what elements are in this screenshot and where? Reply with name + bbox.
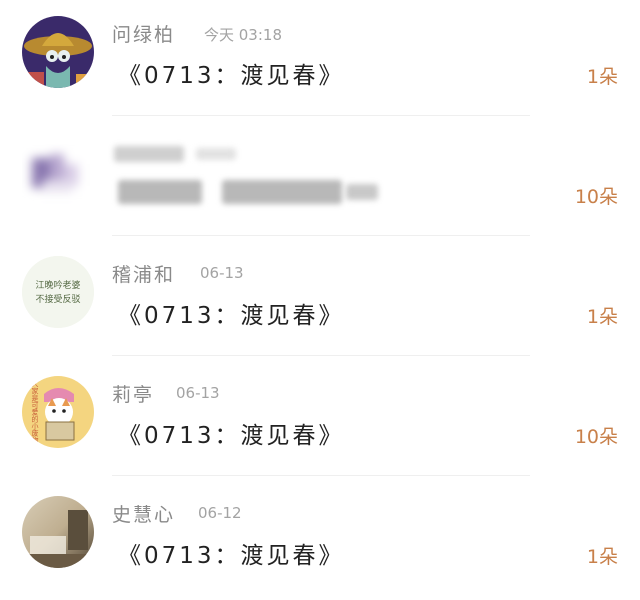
gift-list: 问绿柏 今天 03:18 《0713：渡见春》 1朵 10朵 江晚吟老婆 不接受… [0,0,640,597]
divider [112,115,530,116]
user-name: 莉亭 [112,384,155,406]
blurred-title [346,184,378,200]
work-title: 《0713：渡见春》 [118,543,345,569]
user-name: 史慧心 [112,504,176,526]
avatar[interactable] [22,136,94,208]
divider [112,235,530,236]
flower-count: 1朵 [586,546,618,568]
work-title: 《0713：渡见春》 [118,303,345,329]
timestamp: 06-13 [176,384,220,402]
flower-count: 10朵 [574,426,618,448]
flower-count: 10朵 [574,186,618,208]
flower-count: 1朵 [586,66,618,88]
user-name: 问绿柏 [112,24,176,46]
list-item[interactable]: 江晚吟老婆 不接受反驳 稽浦和 06-13 《0713：渡见春》 1朵 [0,240,640,360]
blurred-title [118,180,202,204]
room-photo-avatar-icon [22,496,94,568]
avatar-text-line1: 江晚吟老婆 [35,279,80,291]
avatar-sticker-text: 人家是可爱的小废物 [31,381,39,445]
work-title: 《0713：渡见春》 [118,63,345,89]
timestamp: 06-12 [198,504,242,522]
avatar[interactable]: 江晚吟老婆 不接受反驳 [22,256,94,328]
list-item[interactable]: 问绿柏 今天 03:18 《0713：渡见春》 1朵 [0,0,640,120]
blurred-time [196,148,236,160]
blurred-title [222,180,342,204]
sombrero-cartoon-avatar-icon [22,16,94,88]
list-item[interactable]: 史慧心 06-12 《0713：渡见春》 1朵 [0,480,640,600]
blurred-avatar-icon [22,136,94,208]
avatar[interactable]: 人家是可爱的小废物 [22,376,94,448]
avatar-text-line2: 不接受反驳 [35,293,80,305]
avatar[interactable] [22,496,94,568]
flower-count: 1朵 [586,306,618,328]
avatar[interactable] [22,16,94,88]
work-title: 《0713：渡见春》 [118,423,345,449]
cat-sticker-avatar-icon: 人家是可爱的小废物 [22,376,94,448]
list-item[interactable]: 人家是可爱的小废物 莉亭 06-13 《0713：渡见春》 10朵 [0,360,640,480]
timestamp: 06-13 [200,264,244,282]
divider [112,355,530,356]
list-item[interactable]: 10朵 [0,120,640,240]
user-name: 稽浦和 [112,264,176,286]
text-avatar-icon: 江晚吟老婆 不接受反驳 [22,256,94,328]
blurred-name [114,146,184,162]
timestamp: 今天 03:18 [204,26,282,44]
divider [112,475,530,476]
